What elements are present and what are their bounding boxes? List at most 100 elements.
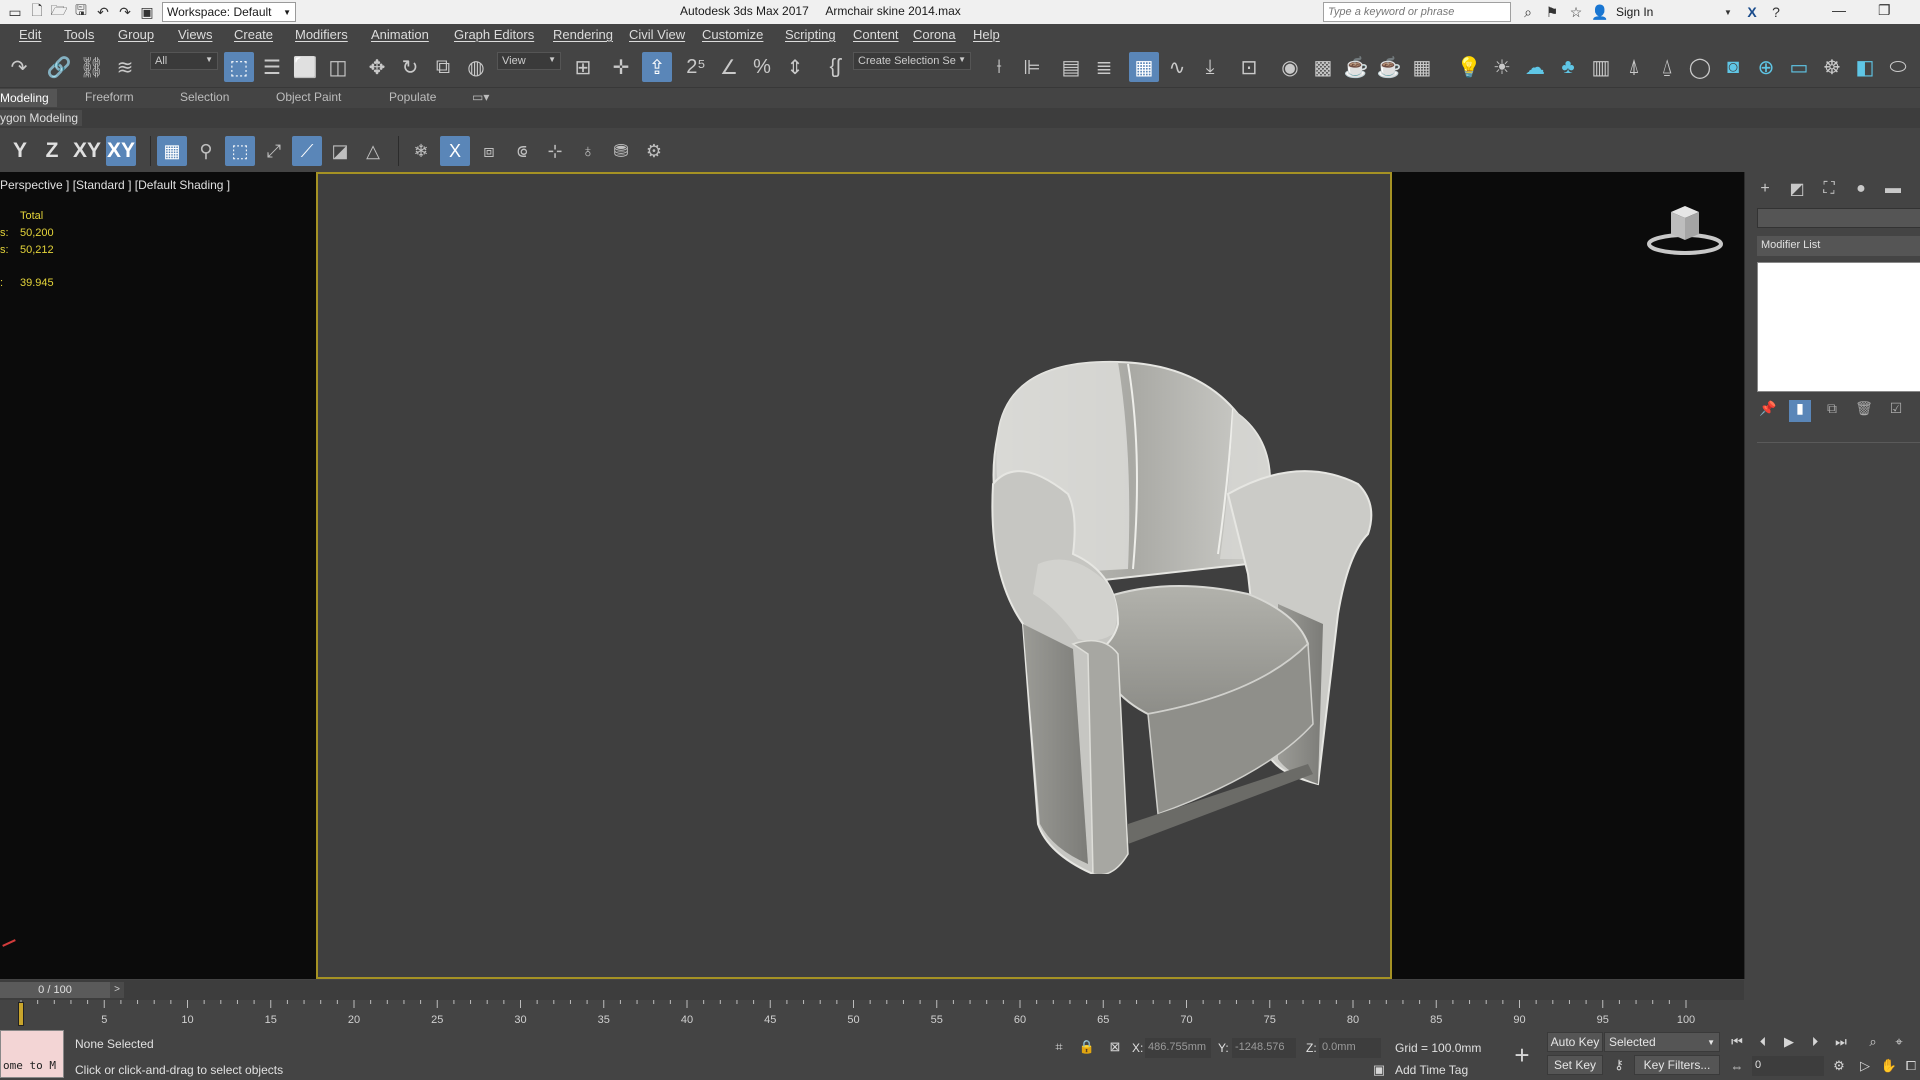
snap-toggle-icon[interactable]: 2⁵ — [681, 52, 711, 82]
corona-render-icon[interactable]: ⍙ — [1652, 52, 1682, 82]
align-icon[interactable]: ⊫ — [1017, 52, 1047, 82]
rendered-frame-window-icon[interactable]: ☕ — [1341, 52, 1371, 82]
toggle-scene-explorer-icon[interactable]: ▤ — [1056, 52, 1086, 82]
redo-icon[interactable]: ↷ — [4, 52, 34, 82]
percent-snap-icon[interactable]: % — [747, 52, 777, 82]
selection-lock-icon[interactable]: 🔒 — [1076, 1037, 1098, 1057]
mirror-icon[interactable]: ⟊ — [984, 52, 1014, 82]
snap-grid-points-icon[interactable]: ▦ — [157, 136, 187, 166]
pan-icon[interactable]: ✋ — [1878, 1056, 1900, 1076]
auto-key-button[interactable]: Auto Key — [1547, 1032, 1603, 1052]
unlink-icon[interactable]: ⛓ — [77, 52, 107, 82]
move-icon[interactable]: ✥ — [362, 52, 392, 82]
user-icon[interactable]: 👤 — [1588, 4, 1612, 21]
snap-tangent-icon[interactable]: ♁ — [573, 136, 603, 166]
corona-material-icon[interactable]: ▥ — [1586, 52, 1616, 82]
place-icon[interactable]: ◍ — [461, 52, 491, 82]
corona-scatter-icon[interactable]: ⍋ — [1619, 52, 1649, 82]
modify-tab-icon[interactable]: ◩ — [1783, 178, 1811, 200]
snap-pivot-icon[interactable]: ⚲ — [191, 136, 221, 166]
menu-civil-view[interactable]: Civil View — [629, 27, 685, 42]
key-filters-button[interactable]: Key Filters... — [1634, 1055, 1720, 1075]
sign-in-button[interactable]: Sign In — [1616, 5, 1716, 19]
sun-icon[interactable]: ☀ — [1487, 52, 1517, 82]
armchair-model[interactable] — [978, 354, 1418, 874]
time-slider-thumb[interactable]: 0 / 100 — [0, 982, 110, 998]
corona-interactive-icon[interactable]: ⊕ — [1751, 52, 1781, 82]
time-configuration-icon[interactable]: ⚙ — [1828, 1056, 1850, 1076]
new-file-icon[interactable]: 🗋 — [26, 1, 48, 23]
corona-lightmix-icon[interactable]: ☸ — [1817, 52, 1847, 82]
menu-views[interactable]: Views — [178, 27, 212, 42]
restore-icon[interactable]: ❐ — [1878, 2, 1891, 19]
snap-vertex-icon[interactable]: ⬚ — [225, 136, 255, 166]
time-tag-icon[interactable]: ▣ — [1368, 1060, 1390, 1080]
axis-xy-button[interactable]: XY — [72, 136, 102, 166]
create-tab-icon[interactable]: + — [1751, 178, 1779, 200]
key-mode-dropdown[interactable]: Selected ▼ — [1604, 1032, 1720, 1052]
menu-animation[interactable]: Animation — [371, 27, 429, 42]
curve-editor-icon[interactable]: ∿ — [1162, 52, 1192, 82]
key-filters-icon[interactable]: ⚷ — [1608, 1055, 1630, 1075]
app-menu-icon[interactable]: ▭ — [4, 1, 26, 23]
bind-space-warp-icon[interactable]: ≋ — [110, 52, 140, 82]
open-file-icon[interactable]: 🗁 — [48, 1, 70, 23]
zoom-icon[interactable]: ⌕ — [1862, 1032, 1884, 1052]
minimize-icon[interactable]: — — [1832, 2, 1846, 18]
chevron-down-icon[interactable]: ▼ — [1716, 8, 1740, 17]
axis-z-button[interactable]: Z — [40, 136, 64, 166]
hierarchy-tab-icon[interactable]: ⛶ — [1815, 178, 1843, 200]
display-tab-icon[interactable]: ▬ — [1879, 178, 1907, 200]
ribbon-options-icon[interactable]: ▭▾ — [472, 90, 489, 104]
rotate-icon[interactable]: ↻ — [395, 52, 425, 82]
show-end-result-icon[interactable]: ▮ — [1789, 400, 1811, 422]
tab-populate[interactable]: Populate — [389, 90, 436, 104]
render-icon[interactable]: ☕ — [1374, 52, 1404, 82]
snap-edge-icon[interactable]: ⟋ — [292, 136, 322, 166]
x-coord-field[interactable]: 486.755mm — [1145, 1038, 1211, 1058]
snap-endpoint-icon[interactable]: ⤢ — [259, 136, 289, 166]
angle-snap-icon[interactable]: ∠ — [714, 52, 744, 82]
isolate-selection-icon[interactable]: ⌗ — [1048, 1037, 1070, 1057]
maximize-viewport-icon[interactable]: ⧠ — [1900, 1056, 1920, 1076]
snap-center-icon[interactable]: ⊹ — [540, 136, 570, 166]
select-manipulate-icon[interactable]: ✛ — [606, 52, 636, 82]
workspace-dropdown[interactable]: Workspace: Default ▼ — [162, 2, 296, 22]
menu-graph-editors[interactable]: Graph Editors — [454, 27, 534, 42]
menu-customize[interactable]: Customize — [702, 27, 763, 42]
configure-modifier-sets-icon[interactable]: ☑ — [1885, 400, 1907, 422]
modifier-list-dropdown[interactable]: Modifier List — [1757, 236, 1920, 256]
menu-content[interactable]: Content — [853, 27, 899, 42]
dope-sheet-icon[interactable]: ⤓ — [1195, 52, 1225, 82]
render-setup-icon[interactable]: ▩ — [1308, 52, 1338, 82]
link-icon[interactable]: 🔗 — [44, 52, 74, 82]
favorites-star-icon[interactable]: ☆ — [1564, 4, 1588, 21]
play-icon[interactable]: ▶ — [1778, 1032, 1800, 1052]
undo-icon[interactable]: ↶ — [92, 1, 114, 23]
absolute-mode-icon[interactable]: ⊠ — [1104, 1037, 1126, 1057]
corona-camera-icon[interactable]: ☁ — [1520, 52, 1550, 82]
next-frame-icon[interactable]: ⏵ — [1804, 1032, 1826, 1052]
snap-options-icon[interactable]: ⚙ — [639, 136, 669, 166]
menu-modifiers[interactable]: Modifiers — [295, 27, 348, 42]
snap-midpoint-icon[interactable]: ⟃ — [507, 136, 537, 166]
project-folder-icon[interactable]: ▣ — [136, 1, 158, 23]
track-bar[interactable]: 5 10 15 20 25 30 35 40 45 50 55 60 65 70 75 80 85 90 95 100 — [0, 1000, 1744, 1028]
light-icon[interactable]: 💡 — [1454, 52, 1484, 82]
tab-selection[interactable]: Selection — [180, 90, 229, 104]
perspective-viewport[interactable]: Perspective ] [Standard ] [Default Shadi… — [0, 172, 1744, 979]
pivot-point-icon[interactable]: ⊞ — [568, 52, 598, 82]
ribbon-toggle-icon[interactable]: ▦ — [1129, 52, 1159, 82]
window-crossing-icon[interactable]: ◫ — [323, 52, 353, 82]
motion-tab-icon[interactable]: ● — [1847, 178, 1875, 200]
corona-proxy-icon[interactable]: ♣ — [1553, 52, 1583, 82]
corona-frame-icon[interactable]: ◧ — [1850, 52, 1880, 82]
key-mode-toggle-icon[interactable]: ⇔ — [1726, 1056, 1748, 1076]
current-frame-field[interactable]: 0 — [1752, 1056, 1824, 1076]
menu-rendering[interactable]: Rendering — [553, 27, 613, 42]
menu-group[interactable]: Group — [118, 27, 154, 42]
maxscript-listener[interactable]: ome to M — [0, 1030, 64, 1078]
render-iterative-icon[interactable]: ▦ — [1407, 52, 1437, 82]
scale-icon[interactable]: ⧉ — [428, 52, 458, 82]
exchange-apps-icon[interactable]: X — [1740, 4, 1764, 20]
